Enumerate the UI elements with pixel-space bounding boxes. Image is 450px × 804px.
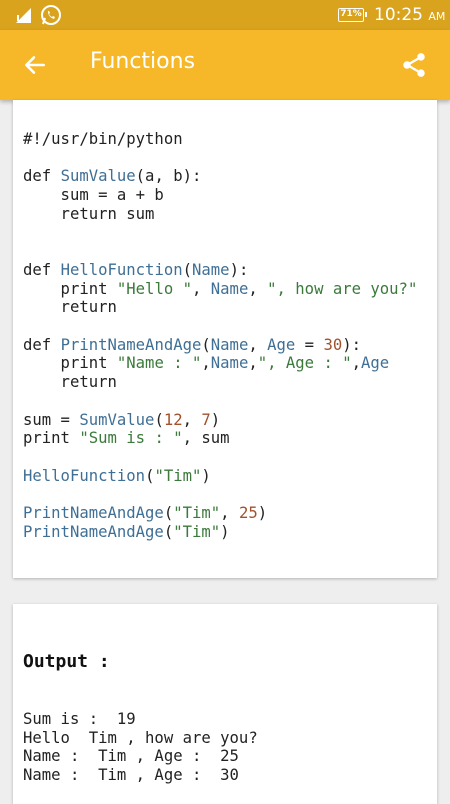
output-heading: Output : — [23, 651, 110, 672]
code-line: def PrintNameAndAge(Name, Age = 30): — [23, 335, 362, 354]
clock-time: 10:25 — [374, 5, 423, 25]
code-line: sum = a + b — [23, 186, 164, 205]
battery-icon: 71% — [338, 8, 367, 22]
code-line: PrintNameAndAge("Tim") — [23, 522, 230, 541]
status-bar: 71% 10:25 AM — [0, 0, 450, 30]
code-line: PrintNameAndAge("Tim", 25) — [23, 504, 268, 523]
output-block: Sum is : 19 Hello Tim , how are you? Nam… — [23, 710, 258, 785]
code-line: return — [23, 373, 117, 392]
output-line: Sum is : 19 — [23, 710, 136, 728]
share-icon[interactable] — [400, 51, 428, 79]
code-line: return — [23, 298, 117, 317]
whatsapp-icon — [41, 5, 61, 25]
code-line: return sum — [23, 204, 155, 223]
output-line: Name : Tim , Age : 25 — [23, 747, 239, 766]
clock-ampm: AM — [428, 10, 446, 23]
arrow-left-icon[interactable] — [22, 52, 48, 78]
output-card: Output : Sum is : 19 Hello Tim , how are… — [13, 604, 437, 804]
app-bar: Functions — [0, 30, 450, 100]
code-block: #!/usr/bin/python def SumValue(a, b): su… — [23, 130, 417, 541]
signal-icon — [16, 8, 31, 23]
code-card: #!/usr/bin/python def SumValue(a, b): su… — [13, 100, 437, 578]
code-line: def SumValue(a, b): — [23, 167, 202, 186]
output-line: Hello Tim , how are you? — [23, 728, 258, 747]
code-line: HelloFunction("Tim") — [23, 466, 211, 485]
clock: 10:25 AM — [374, 5, 445, 25]
output-line: Name : Tim , Age : 30 — [23, 766, 239, 785]
page-title: Functions — [90, 49, 196, 74]
code-line: sum = SumValue(12, 7) — [23, 410, 221, 429]
code-line: print "Hello ", Name, ", how are you?" — [23, 279, 418, 298]
code-line: def HelloFunction(Name): — [23, 260, 249, 279]
code-line: #!/usr/bin/python — [23, 130, 183, 148]
code-line: print "Sum is : ", sum — [23, 429, 230, 448]
code-line: print "Name : ",Name,", Age : ",Age — [23, 354, 390, 373]
